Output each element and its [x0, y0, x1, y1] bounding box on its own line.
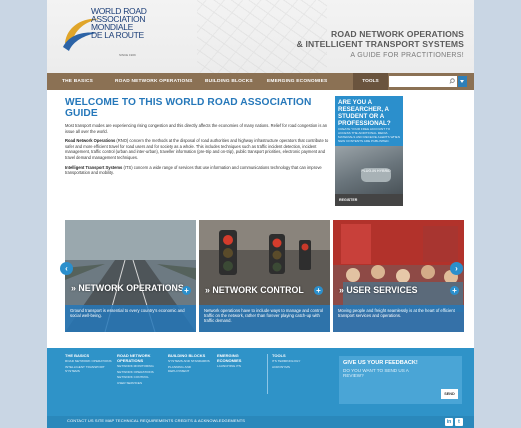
- carousel-prev-arrow-icon[interactable]: ‹: [60, 262, 73, 275]
- footer-col-the-basics: THE BASICS ROAD NETWORK OPERATIONS INTEL…: [65, 353, 113, 374]
- footer-link[interactable]: USER SERVICES: [117, 381, 165, 386]
- footer-link[interactable]: ITS TERMINOLOGY: [272, 360, 317, 364]
- register-button[interactable]: REGISTER: [335, 194, 403, 206]
- nav-item-the-basics[interactable]: THE BASICS: [62, 73, 93, 90]
- logo-text: WORLD ROAD ASSOCIATION MONDIALE DE LA RO…: [91, 7, 147, 40]
- footer-bottom-links[interactable]: CONTACT US SITE MAP TECHNICAL REQUIREMEN…: [67, 418, 245, 423]
- panel-desc-network-operations: Ground transport is essential to every c…: [65, 305, 196, 332]
- site-title: ROAD NETWORK OPERATIONS & INTELLIGENT TR…: [297, 29, 464, 59]
- logo-line: DE LA ROUTE: [91, 30, 144, 40]
- plug-in-hybrid-badge: PLUG-IN HYBRID: [361, 168, 391, 182]
- feedback-heading: GIVE US YOUR FEEDBACK!: [343, 360, 418, 366]
- nav-item-emerging-economies[interactable]: EMERGING ECONOMIES: [267, 73, 327, 90]
- researcher-text: CREATE YOUR FREE ACCOUNT TO ACCESS THE A…: [338, 127, 400, 143]
- footer-link[interactable]: LAUNCHING ITS: [217, 364, 261, 369]
- footer-bottom-bar: CONTACT US SITE MAP TECHNICAL REQUIREMEN…: [47, 416, 474, 428]
- nav-tools-button[interactable]: TOOLS: [353, 73, 388, 90]
- carousel-panel-network-control[interactable]: » NETWORK CONTROL + Network operations h…: [199, 220, 330, 332]
- footer-link[interactable]: NETWORK MONITORING: [117, 364, 165, 369]
- twitter-icon[interactable]: t: [455, 418, 463, 426]
- linkedin-icon[interactable]: in: [445, 418, 453, 426]
- panel-title-user-services: » USER SERVICES: [339, 285, 418, 295]
- carousel-next-arrow-icon[interactable]: ›: [450, 262, 463, 275]
- researcher-heading: ARE YOU A RESEARCHER, A STUDENT OR A PRO…: [338, 99, 391, 127]
- panel-desc-user-services: Moving people and freight seamlessly is …: [333, 305, 464, 332]
- footer-col-building-blocks: BUILDING BLOCKS SYSTEMS AND STANDARDS PL…: [168, 353, 212, 374]
- footer-col-heading[interactable]: ROAD NETWORK OPERATIONS: [117, 353, 165, 363]
- site-title-line2: & INTELLIGENT TRANSPORT SYSTEMS: [296, 39, 464, 49]
- nav-item-building-blocks[interactable]: BUILDING BLOCKS: [205, 73, 253, 90]
- welcome-heading: WELCOME TO THIS WORLD ROAD ASSOCIATION G…: [65, 97, 312, 119]
- footer-col-emerging-economies: EMERGING ECONOMIES LAUNCHING ITS: [217, 353, 261, 369]
- footer-link[interactable]: PLANNING AND DEPLOYMENT: [168, 365, 212, 374]
- nav-item-road-network-operations[interactable]: ROAD NETWORK OPERATIONS: [115, 73, 193, 90]
- main-nav: THE BASICS ROAD NETWORK OPERATIONS BUILD…: [47, 73, 474, 90]
- panel-title-network-control: » NETWORK CONTROL: [205, 285, 304, 295]
- welcome-paragraph-1: Most transport modes are experiencing ri…: [65, 123, 328, 134]
- logo-sub: SINCE 1909: [119, 53, 136, 57]
- researcher-promo: ARE YOU A RESEARCHER, A STUDENT OR A PRO…: [335, 96, 403, 206]
- carousel-panel-network-operations[interactable]: » NETWORK OPERATIONS + Ground transport …: [65, 220, 196, 332]
- site-logo[interactable]: WORLD ROAD ASSOCIATION MONDIALE DE LA RO…: [61, 7, 171, 61]
- site-title-line1: ROAD NETWORK OPERATIONS: [331, 29, 464, 39]
- search-dropdown-button[interactable]: [458, 76, 467, 87]
- footer-link[interactable]: NETWORK CONTROL: [117, 375, 165, 380]
- footer-link[interactable]: INTELLIGENT TRANSPORT SYSTEMS: [65, 365, 113, 374]
- footer-tools: TOOLS ITS TERMINOLOGY ACRONYMS: [267, 353, 317, 394]
- site-header: WORLD ROAD ASSOCIATION MONDIALE DE LA RO…: [47, 0, 474, 73]
- panel-plus-icon[interactable]: +: [450, 286, 459, 295]
- page: WORLD ROAD ASSOCIATION MONDIALE DE LA RO…: [47, 0, 474, 428]
- footer-link[interactable]: ACRONYMS: [272, 365, 317, 370]
- feature-carousel: » NETWORK OPERATIONS + Ground transport …: [60, 220, 464, 332]
- panel-desc-network-control: Network operations have to include ways …: [199, 305, 330, 332]
- feedback-box: GIVE US YOUR FEEDBACK! DO YOU WANT TO SE…: [339, 356, 462, 404]
- footer-col-heading[interactable]: EMERGING ECONOMIES: [217, 353, 261, 363]
- site-tagline: A GUIDE FOR PRACTITIONERS!: [350, 52, 464, 59]
- search-input[interactable]: [389, 76, 457, 87]
- search-icon[interactable]: [448, 76, 456, 87]
- footer-link[interactable]: SYSTEMS AND STANDARDS: [168, 360, 212, 364]
- welcome-paragraph-2: Road Network Operations (RNO) concern th…: [65, 138, 333, 160]
- footer-link[interactable]: ROAD NETWORK OPERATIONS: [65, 360, 113, 364]
- welcome-section: WELCOME TO THIS WORLD ROAD ASSOCIATION G…: [65, 97, 333, 176]
- send-feedback-button[interactable]: SEND: [441, 389, 458, 399]
- footer-col-heading[interactable]: THE BASICS: [65, 353, 113, 359]
- carousel-panel-user-services[interactable]: » USER SERVICES + Moving people and frei…: [333, 220, 464, 332]
- site-footer: THE BASICS ROAD NETWORK OPERATIONS INTEL…: [47, 348, 474, 428]
- footer-col-road-network-operations: ROAD NETWORK OPERATIONS NETWORK MONITORI…: [117, 353, 165, 386]
- rno-term: Road Network Operations: [65, 138, 116, 144]
- welcome-paragraph-3: Intelligent Transport Systems (ITS) conc…: [65, 165, 333, 176]
- footer-link[interactable]: NETWORK OPERATIONS: [117, 370, 165, 375]
- panel-plus-icon[interactable]: +: [182, 286, 191, 295]
- its-term: Intelligent Transport Systems: [65, 164, 123, 170]
- feedback-text: DO YOU WANT TO SEND US A REVIEW?: [343, 368, 409, 379]
- footer-tools-heading: TOOLS: [272, 353, 286, 358]
- footer-col-heading[interactable]: BUILDING BLOCKS: [168, 353, 212, 359]
- panel-title-network-operations: » NETWORK OPERATIONS: [71, 283, 184, 293]
- panel-plus-icon[interactable]: +: [314, 286, 323, 295]
